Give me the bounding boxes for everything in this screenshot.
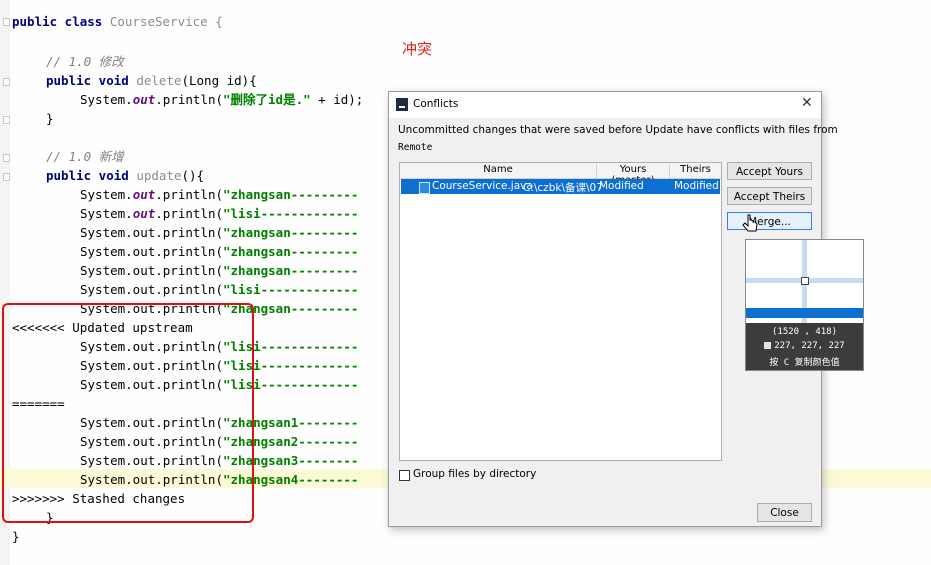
file-name: CourseService.java	[432, 180, 533, 192]
code-string: "删除了id是."	[223, 92, 311, 107]
code-line: }	[46, 109, 54, 128]
conflicts-table[interactable]: Name Yours (master) Theirs CourseService…	[399, 162, 722, 461]
dialog-message-remote: Remote	[398, 142, 433, 153]
theirs-status: Modified	[674, 180, 719, 192]
code-string: "lisi-------------	[223, 206, 359, 221]
code-text: .println(	[155, 187, 223, 202]
code-identifier: delete	[136, 73, 182, 88]
dialog-title: Conflicts	[413, 98, 459, 110]
code-identifier: CourseService {	[109, 14, 223, 29]
code-line: System.out.println("zhangsan---------	[80, 261, 358, 280]
magnifier-coords: (1520 , 418)	[771, 327, 838, 337]
code-comment: // 1.0 修改	[46, 54, 124, 69]
column-header-theirs[interactable]: Theirs	[670, 164, 721, 178]
fold-marker-icon[interactable]	[3, 116, 10, 124]
code-string: "lisi-------------	[223, 282, 359, 297]
code-field: out	[132, 92, 156, 107]
group-files-label[interactable]: Group files by directory	[413, 468, 536, 480]
group-files-checkbox[interactable]	[399, 470, 410, 481]
color-picker-magnifier: (1520 , 418) 227, 227, 227 按 C 复制颜色值	[745, 239, 864, 371]
merge-button[interactable]: Merge...	[727, 212, 812, 230]
code-line: public class CourseService {	[12, 12, 223, 31]
code-text: System.	[80, 92, 133, 107]
column-header-name[interactable]: Name	[400, 164, 597, 178]
code-text: }	[12, 529, 20, 544]
code-text: (Long id){	[181, 73, 257, 88]
table-header: Name Yours (master) Theirs	[400, 163, 721, 186]
crosshair-center	[801, 277, 809, 285]
fold-marker-icon[interactable]	[3, 154, 10, 162]
fold-marker-icon[interactable]	[3, 173, 10, 181]
yours-status: Modified	[599, 180, 644, 192]
conflict-highlight-box	[2, 303, 254, 523]
magnifier-info: (1520 , 418) 227, 227, 227 按 C 复制颜色值	[746, 323, 863, 370]
code-field: out	[132, 206, 156, 221]
magnifier-hint: 按 C 复制颜色值	[769, 358, 840, 368]
zoomed-selection-strip	[746, 308, 863, 318]
intellij-icon	[396, 98, 408, 111]
code-keyword: public void	[46, 73, 137, 88]
code-text: System.out.println(	[80, 225, 223, 240]
code-text: + id);	[310, 92, 364, 107]
code-keyword: public class	[12, 14, 110, 29]
code-line: public void update(){	[46, 166, 204, 185]
accept-theirs-button[interactable]: Accept Theirs	[727, 187, 812, 205]
java-file-icon	[419, 182, 430, 194]
magnifier-zoom-area	[746, 240, 863, 323]
magnifier-rgb: 227, 227, 227	[774, 341, 845, 351]
code-line: public void delete(Long id){	[46, 71, 257, 90]
file-path: C:\czbk\备课\07	[523, 182, 603, 194]
code-line: System.out.println("lisi-------------	[80, 204, 358, 223]
code-identifier: update	[136, 168, 182, 183]
code-line: }	[12, 527, 20, 546]
code-string: "zhangsan---------	[223, 187, 359, 202]
code-text: }	[46, 111, 54, 126]
code-text: (){	[181, 168, 205, 183]
table-row[interactable]: CourseService.java C:\czbk\备课\07 Modifie…	[401, 179, 720, 194]
code-comment: // 1.0 新增	[46, 149, 124, 164]
column-header-yours[interactable]: Yours (master)	[597, 164, 670, 186]
code-text: System.out.println(	[80, 244, 223, 259]
code-text: System.	[80, 206, 133, 221]
dialog-titlebar: Conflicts ✕	[389, 92, 821, 118]
magnifier-rgb-row: 227, 227, 227	[746, 341, 863, 351]
code-line: System.out.println("lisi-------------	[80, 280, 358, 299]
fold-marker-icon[interactable]	[3, 78, 10, 86]
code-text: System.	[80, 187, 133, 202]
conflict-annotation: 冲突	[402, 40, 433, 58]
code-field: out	[132, 187, 156, 202]
code-string: "zhangsan---------	[223, 244, 359, 259]
fold-marker-icon[interactable]	[3, 18, 10, 26]
code-string: "zhangsan---------	[223, 225, 359, 240]
code-line: // 1.0 新增	[46, 147, 124, 166]
close-icon[interactable]: ✕	[801, 95, 813, 111]
mouse-cursor-icon	[742, 214, 758, 232]
code-line: System.out.println("zhangsan---------	[80, 242, 358, 261]
code-line: System.out.println("zhangsan---------	[80, 223, 358, 242]
code-line: // 1.0 修改	[46, 52, 124, 71]
code-string: "zhangsan---------	[223, 263, 359, 278]
code-text: .println(	[155, 206, 223, 221]
code-text: System.out.println(	[80, 263, 223, 278]
code-line: System.out.println("zhangsan---------	[80, 185, 358, 204]
code-text: .println(	[155, 92, 223, 107]
code-line: System.out.println("删除了id是." + id);	[80, 90, 363, 109]
color-swatch	[764, 342, 772, 349]
close-button[interactable]: Close	[757, 503, 812, 522]
dialog-message: Uncommitted changes that were saved befo…	[398, 124, 838, 136]
code-keyword: public void	[46, 168, 137, 183]
accept-yours-button[interactable]: Accept Yours	[727, 162, 812, 180]
code-text: System.out.println(	[80, 282, 223, 297]
